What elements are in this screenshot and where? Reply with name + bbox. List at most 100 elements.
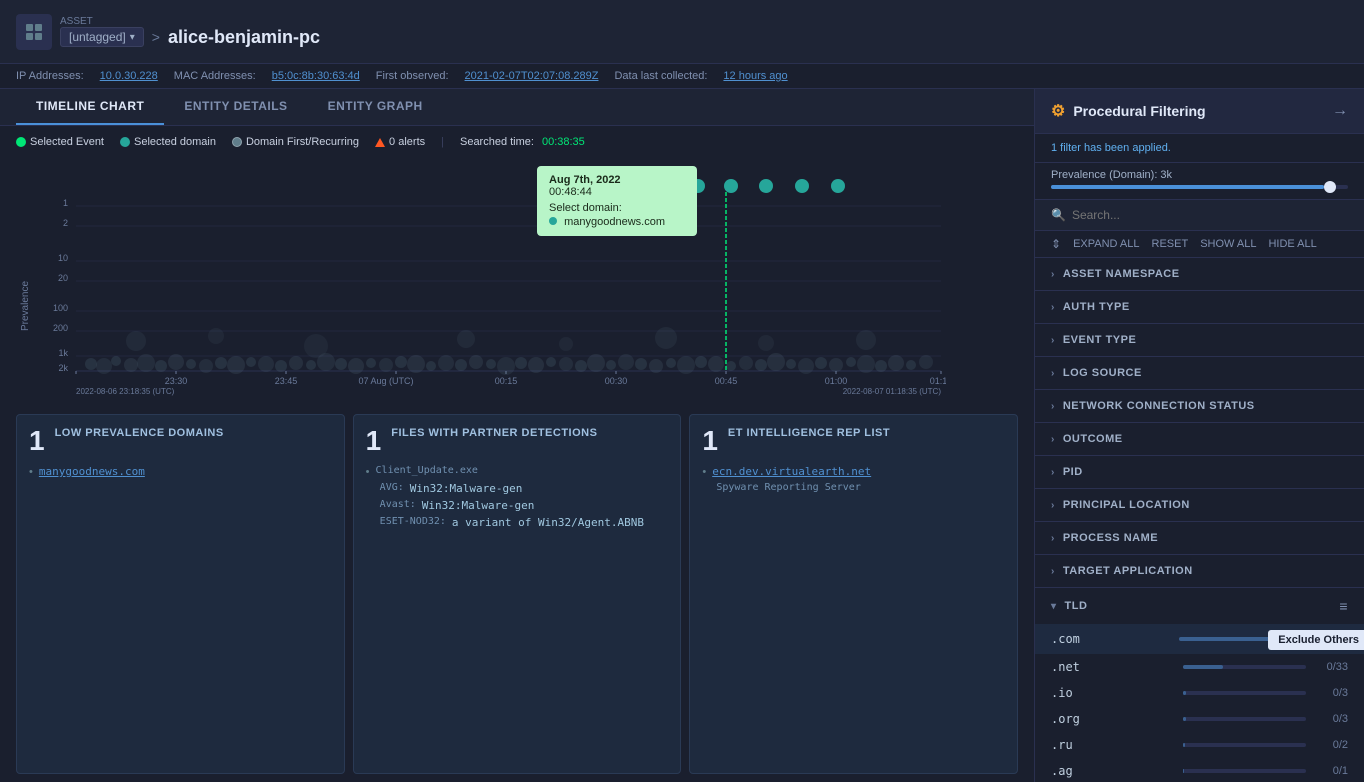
filter-section-label-pid: PID (1063, 466, 1083, 478)
svg-text:1k: 1k (58, 348, 68, 358)
filter-section-header-target-application[interactable]: › TARGET APPLICATION (1035, 555, 1364, 587)
svg-text:200: 200 (53, 323, 68, 333)
filter-section-header-principal-location[interactable]: › PRINCIPAL LOCATION (1035, 489, 1364, 521)
selected-domain-dot (120, 137, 130, 147)
card-title-lp: LOW PREVALENCE DOMAINS (55, 427, 224, 439)
expand-icon-asset-namespace: › (1051, 269, 1055, 280)
filter-section-process-name: › PROCESS NAME (1035, 522, 1364, 555)
svg-text:1: 1 (63, 198, 68, 208)
asset-tag-button[interactable]: [untagged] ▾ (60, 27, 144, 47)
filter-section-asset-namespace: › ASSET NAMESPACE (1035, 258, 1364, 291)
domain-first-recurring-dot (232, 137, 242, 147)
tld-sort-icon[interactable]: ≡ (1339, 598, 1348, 614)
selected-event-dot (16, 137, 26, 147)
left-panel: TIMELINE CHART ENTITY DETAILS ENTITY GRA… (0, 89, 1034, 782)
filter-icon: ⚙ (1051, 101, 1065, 121)
tld-item-ag[interactable]: .ag 0/1 (1035, 758, 1364, 782)
expand-icon-log-source: › (1051, 368, 1055, 379)
tld-count-4: 0/2 (1318, 739, 1348, 751)
tld-bar-fill-3 (1183, 717, 1187, 721)
filter-section-header-asset-namespace[interactable]: › ASSET NAMESPACE (1035, 258, 1364, 290)
tld-section-header[interactable]: ▾ TLD ≡ (1035, 588, 1364, 624)
ip-address[interactable]: 10.0.30.228 (100, 70, 158, 82)
svg-text:2022-08-06 23:18:35 (UTC): 2022-08-06 23:18:35 (UTC) (76, 387, 175, 396)
main-layout: TIMELINE CHART ENTITY DETAILS ENTITY GRA… (0, 89, 1364, 782)
expand-all-button[interactable]: EXPAND ALL (1073, 237, 1139, 251)
filter-section-auth-type: › AUTH TYPE (1035, 291, 1364, 324)
legend-divider: | (441, 136, 444, 148)
card-item-fd-file[interactable]: • Client_Update.exe (366, 465, 669, 478)
reset-button[interactable]: RESET (1152, 237, 1189, 251)
bullet-icon: • (29, 466, 33, 478)
searched-time-value: 00:38:35 (542, 136, 585, 148)
filter-section-header-process-name[interactable]: › PROCESS NAME (1035, 522, 1364, 554)
filter-section-header-log-source[interactable]: › LOG SOURCE (1035, 357, 1364, 389)
low-prevalence-domain-link[interactable]: manygoodnews.com (39, 465, 145, 478)
svg-text:10: 10 (58, 253, 68, 263)
meta-info-bar: IP Addresses: 10.0.30.228 MAC Addresses:… (0, 64, 1364, 89)
expand-icon-process-name: › (1051, 533, 1055, 544)
prevalence-bar-container[interactable]: Prevalence (Domain): 3k (1035, 163, 1364, 200)
expand-icon-outcome: › (1051, 434, 1055, 445)
filter-section-header-outcome[interactable]: › OUTCOME (1035, 423, 1364, 455)
prevalence-thumb[interactable] (1324, 181, 1336, 193)
hide-all-button[interactable]: HIDE ALL (1268, 237, 1316, 251)
timeline-chart-svg[interactable]: 2k 1k 200 100 20 10 2 1 Prevalence (16, 156, 946, 396)
filter-section-label-principal-location: PRINCIPAL LOCATION (1063, 499, 1190, 511)
filter-section-header-pid[interactable]: › PID (1035, 456, 1364, 488)
chart-wrapper[interactable]: Aug 7th, 2022 00:48:44 Select domain: ma… (16, 156, 1018, 396)
mac-label: MAC Addresses: (174, 70, 256, 82)
filter-section-label-log-source: LOG SOURCE (1063, 367, 1142, 379)
tld-name-5: .ag (1051, 764, 1175, 778)
last-collected-value[interactable]: 12 hours ago (723, 70, 787, 82)
panel-arrow-icon[interactable]: → (1332, 102, 1348, 120)
filter-controls: ⇕ EXPAND ALL RESET SHOW ALL HIDE ALL (1035, 231, 1364, 258)
show-all-button[interactable]: SHOW ALL (1200, 237, 1256, 251)
card-item-et-detail: Spyware Reporting Server (716, 482, 1005, 493)
tab-entity-details[interactable]: ENTITY DETAILS (164, 89, 307, 125)
tab-entity-graph[interactable]: ENTITY GRAPH (308, 89, 443, 125)
filter-section-header-event-type[interactable]: › EVENT TYPE (1035, 324, 1364, 356)
first-observed-value[interactable]: 2021-02-07T02:07:08.289Z (465, 70, 599, 82)
et-domain-link[interactable]: ecn.dev.virtualearth.net (712, 465, 871, 478)
tld-bar-1 (1183, 665, 1307, 669)
tld-bar-fill-1 (1183, 665, 1224, 669)
tld-item-io[interactable]: .io 0/3 (1035, 680, 1364, 706)
breadcrumb-separator: > (152, 29, 160, 45)
tag-chevron-icon: ▾ (130, 32, 135, 43)
tld-bar-fill-4 (1183, 743, 1185, 747)
card-title-et: ET INTELLIGENCE REP LIST (728, 427, 890, 439)
tld-item-org[interactable]: .org 0/3 (1035, 706, 1364, 732)
card-item-fd-avast: Avast: Win32:Malware-gen (380, 499, 669, 512)
tld-name-3: .org (1051, 712, 1175, 726)
alerts-triangle-icon (375, 138, 385, 147)
search-input[interactable] (1072, 208, 1348, 222)
expand-icon-event-type: › (1051, 335, 1055, 346)
exclude-others-tooltip: Exclude Others (1268, 630, 1364, 650)
mac-address[interactable]: b5:0c:8b:30:63:4d (272, 70, 360, 82)
tooltip-date: Aug 7th, 2022 (549, 174, 685, 186)
filter-section-label-process-name: PROCESS NAME (1063, 532, 1158, 544)
filter-section-pid: › PID (1035, 456, 1364, 489)
expand-all-icon: ⇕ (1051, 237, 1061, 251)
tld-bar-4 (1183, 743, 1307, 747)
chart-tooltip: Aug 7th, 2022 00:48:44 Select domain: ma… (537, 166, 697, 236)
search-container[interactable]: 🔍 (1035, 200, 1364, 231)
tld-name-4: .ru (1051, 738, 1175, 752)
prevalence-slider[interactable] (1051, 185, 1348, 189)
filter-section-label-asset-namespace: ASSET NAMESPACE (1063, 268, 1180, 280)
tld-count-5: 0/1 (1318, 765, 1348, 777)
filter-section-label-outcome: OUTCOME (1063, 433, 1123, 445)
tld-item-ru[interactable]: .ru 0/2 (1035, 732, 1364, 758)
card-header-fd: 1 FILES WITH PARTNER DETECTIONS (366, 427, 669, 455)
tld-expand-icon: ▾ (1051, 601, 1057, 612)
card-item-et-1[interactable]: • ecn.dev.virtualearth.net (702, 465, 1005, 478)
card-item-lp-1[interactable]: • manygoodnews.com (29, 465, 332, 478)
filter-section-header-network-connection-status[interactable]: › NETWORK CONNECTION STATUS (1035, 390, 1364, 422)
filter-section-principal-location: › PRINCIPAL LOCATION (1035, 489, 1364, 522)
filter-section-header-auth-type[interactable]: › AUTH TYPE (1035, 291, 1364, 323)
tab-timeline-chart[interactable]: TIMELINE CHART (16, 89, 164, 125)
tld-item-net[interactable]: .net 0/33 (1035, 654, 1364, 680)
tooltip-label: Select domain: (549, 202, 685, 214)
filter-section-label-network-connection-status: NETWORK CONNECTION STATUS (1063, 400, 1255, 412)
